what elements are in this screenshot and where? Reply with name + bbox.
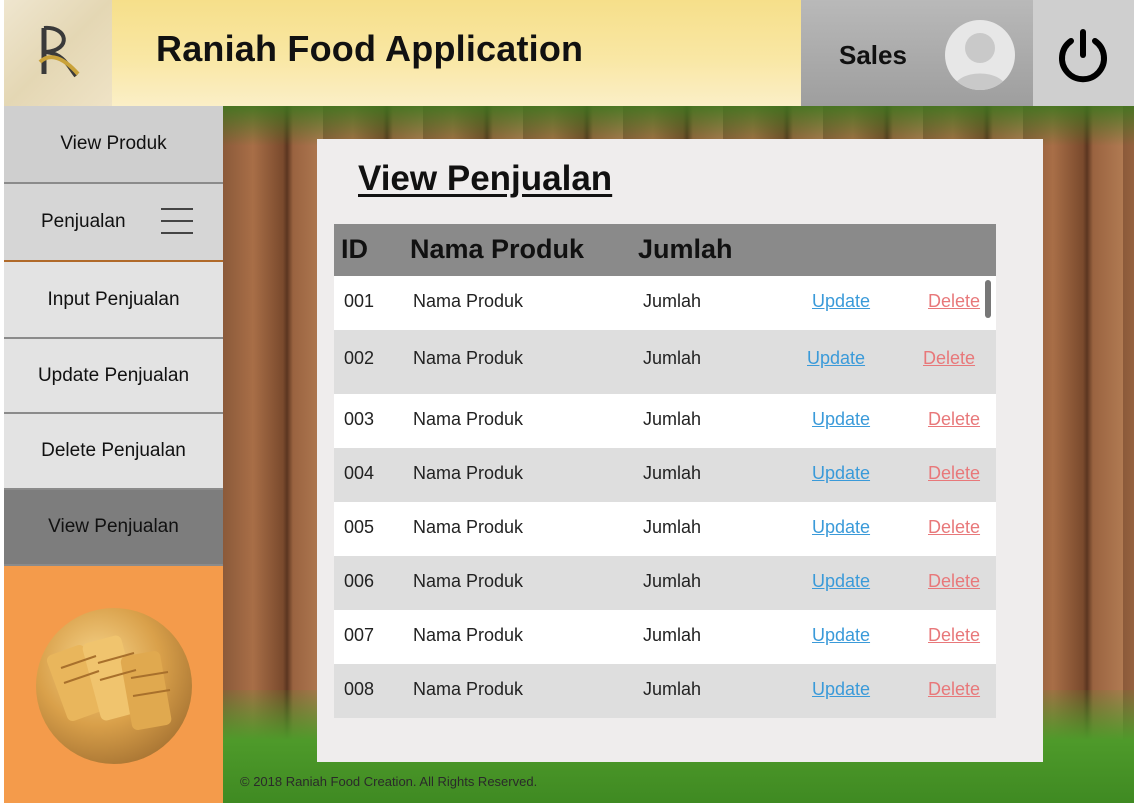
cell-nama-produk: Nama Produk <box>413 517 524 537</box>
table-row: 008 Nama Produk Jumlah Update Delete <box>334 664 996 718</box>
delete-link[interactable]: Delete <box>928 409 980 430</box>
table-header: ID Nama Produk Jumlah <box>334 224 996 276</box>
sidebar-item-update-penjualan[interactable]: Update Penjualan <box>4 339 223 414</box>
update-link[interactable]: Update <box>807 348 865 369</box>
content-panel: View Penjualan ID Nama Produk Jumlah 001… <box>317 139 1043 762</box>
delete-link[interactable]: Delete <box>923 348 975 369</box>
cell-id: 008 <box>344 679 375 699</box>
title-bar: Raniah Food Application <box>112 0 801 106</box>
cell-nama-produk: Nama Produk <box>413 463 524 483</box>
delete-link[interactable]: Delete <box>928 291 980 312</box>
column-header-id: ID <box>341 234 368 264</box>
table-row: 005 Nama Produk Jumlah Update Delete <box>334 502 996 556</box>
cell-nama-produk: Nama Produk <box>413 625 524 645</box>
food-image <box>36 608 192 764</box>
cell-jumlah: Jumlah <box>643 291 702 311</box>
page-title: View Penjualan <box>358 159 613 198</box>
user-avatar-icon <box>953 33 1007 90</box>
sidebar-item-label: Input Penjualan <box>47 288 180 310</box>
power-icon <box>1059 29 1107 83</box>
cell-id: 007 <box>344 625 375 645</box>
update-link[interactable]: Update <box>812 291 870 312</box>
table-row: 006 Nama Produk Jumlah Update Delete <box>334 556 996 610</box>
update-link[interactable]: Update <box>812 463 870 484</box>
cell-jumlah: Jumlah <box>643 517 702 537</box>
cell-nama-produk: Nama Produk <box>413 679 524 699</box>
sidebar-item-penjualan[interactable]: Penjualan <box>4 184 223 262</box>
penjualan-table: ID Nama Produk Jumlah 001 Nama Produk Ju… <box>334 224 996 718</box>
table-row: 002 Nama Produk Jumlah Update Delete <box>334 330 996 394</box>
cell-id: 003 <box>344 409 375 429</box>
cell-jumlah: Jumlah <box>643 625 702 645</box>
cell-nama-produk: Nama Produk <box>413 409 524 429</box>
sidebar-item-delete-penjualan[interactable]: Delete Penjualan <box>4 414 223 490</box>
sidebar-item-label: Update Penjualan <box>37 364 190 386</box>
delete-link[interactable]: Delete <box>928 625 980 646</box>
sidebar-item-label: Delete Penjualan <box>41 440 186 461</box>
table-row: 007 Nama Produk Jumlah Update Delete <box>334 610 996 664</box>
cell-nama-produk: Nama Produk <box>413 571 524 591</box>
column-header-nama-produk: Nama Produk <box>410 234 585 264</box>
cell-id: 001 <box>344 291 375 311</box>
table-row: 004 Nama Produk Jumlah Update Delete <box>334 448 996 502</box>
cell-nama-produk: Nama Produk <box>413 291 524 311</box>
sidebar-item-input-penjualan[interactable]: Input Penjualan <box>4 262 223 339</box>
promo-panel <box>4 566 223 803</box>
cell-id: 006 <box>344 571 375 591</box>
app-title: Raniah Food Application <box>156 28 584 69</box>
app-header: Raniah Food Application Sales <box>0 0 1134 106</box>
cell-id: 002 <box>344 348 375 368</box>
update-link[interactable]: Update <box>812 571 870 592</box>
logo-r-icon <box>38 25 80 78</box>
logo <box>4 0 112 106</box>
sidebar-item-view-penjualan[interactable]: View Penjualan <box>4 490 223 566</box>
sidebar: View Produk Penjualan Input Penjualan Up… <box>4 106 223 803</box>
cell-id: 004 <box>344 463 375 483</box>
cell-jumlah: Jumlah <box>643 348 702 368</box>
sidebar-item-view-produk[interactable]: View Produk <box>4 106 223 184</box>
scrollbar[interactable] <box>985 280 991 318</box>
cell-jumlah: Jumlah <box>643 463 702 483</box>
delete-link[interactable]: Delete <box>928 463 980 484</box>
delete-link[interactable]: Delete <box>928 517 980 538</box>
avatar[interactable] <box>945 20 1015 90</box>
delete-link[interactable]: Delete <box>928 571 980 592</box>
user-area: Sales <box>801 0 1033 106</box>
delete-link[interactable]: Delete <box>928 679 980 700</box>
sidebar-item-label: Penjualan <box>41 211 126 232</box>
cell-id: 005 <box>344 517 375 537</box>
hamburger-menu-icon[interactable] <box>161 208 193 238</box>
table-row: 003 Nama Produk Jumlah Update Delete <box>334 394 996 448</box>
table-row: 001 Nama Produk Jumlah Update Delete <box>334 276 996 330</box>
sidebar-item-label: View Penjualan <box>48 516 179 537</box>
cell-jumlah: Jumlah <box>643 679 702 699</box>
update-link[interactable]: Update <box>812 625 870 646</box>
cell-jumlah: Jumlah <box>643 409 702 429</box>
column-header-jumlah: Jumlah <box>638 234 733 264</box>
cell-nama-produk: Nama Produk <box>413 348 524 368</box>
update-link[interactable]: Update <box>812 679 870 700</box>
user-role-label: Sales <box>839 40 907 70</box>
footer-copyright: © 2018 Raniah Food Creation. All Rights … <box>240 774 538 789</box>
sidebar-item-label: View Produk <box>60 133 167 154</box>
update-link[interactable]: Update <box>812 409 870 430</box>
update-link[interactable]: Update <box>812 517 870 538</box>
logout-button[interactable] <box>1033 0 1134 106</box>
cell-jumlah: Jumlah <box>643 571 702 591</box>
